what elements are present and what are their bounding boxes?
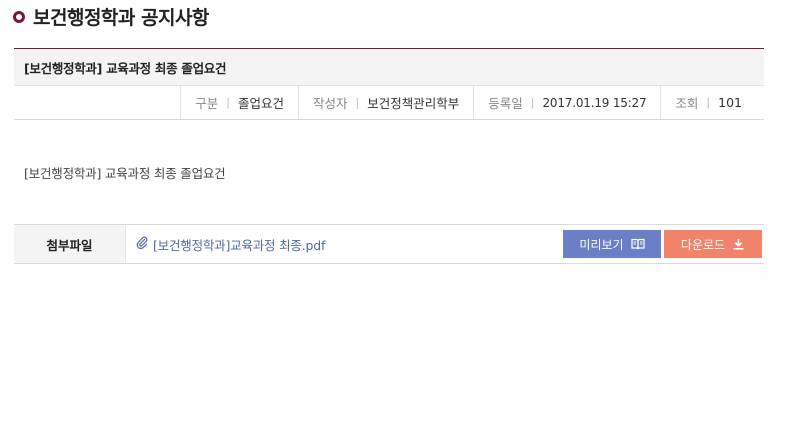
attachment-body: [보건행정학과]교육과정 최종.pdf 미리보기 다운로드 bbox=[126, 225, 764, 263]
meta-views-value: 101 bbox=[718, 95, 742, 110]
meta-category-label: 구분 bbox=[195, 96, 219, 111]
meta-views: 조회 | 101 bbox=[660, 86, 764, 119]
paperclip-icon bbox=[136, 236, 148, 253]
post-meta-row: 구분 | 졸업요건 작성자 | 보건정책관리학부 등록일 | 2017.01.1… bbox=[14, 86, 764, 120]
preview-button-label: 미리보기 bbox=[579, 237, 624, 252]
meta-separator: | bbox=[530, 96, 535, 109]
download-button-label: 다운로드 bbox=[680, 237, 726, 252]
attachment-file-link[interactable]: [보건행정학과]교육과정 최종.pdf bbox=[153, 235, 325, 254]
meta-author-value: 보건정책관리학부 bbox=[367, 96, 460, 111]
download-button[interactable]: 다운로드 bbox=[664, 230, 762, 258]
post-view: [보건행정학과] 교육과정 최종 졸업요건 구분 | 졸업요건 작성자 | 보건… bbox=[14, 48, 764, 264]
post-body-text: [보건행정학과] 교육과정 최종 졸업요건 bbox=[24, 166, 226, 181]
page-title: 보건행정학과 공지사항 bbox=[33, 6, 209, 29]
meta-date: 등록일 | 2017.01.19 15:27 bbox=[473, 86, 660, 119]
meta-category: 구분 | 졸업요건 bbox=[180, 86, 298, 119]
meta-separator: | bbox=[226, 96, 230, 109]
meta-separator: | bbox=[355, 96, 360, 109]
post-subject: [보건행정학과] 교육과정 최종 졸업요건 bbox=[24, 60, 227, 76]
preview-button[interactable]: 미리보기 bbox=[563, 230, 661, 258]
meta-separator: | bbox=[706, 96, 711, 109]
attachment-row: 첨부파일 [보건행정학과]교육과정 최종.pdf 미리보기 다운로드 bbox=[14, 224, 764, 264]
meta-date-label: 등록일 bbox=[488, 96, 523, 111]
post-subject-row: [보건행정학과] 교육과정 최종 졸업요건 bbox=[14, 48, 764, 86]
meta-author-label: 작성자 bbox=[313, 96, 348, 111]
meta-author: 작성자 | 보건정책관리학부 bbox=[298, 86, 473, 119]
post-body: [보건행정학과] 교육과정 최종 졸업요건 bbox=[14, 120, 764, 224]
attachment-actions: 미리보기 다운로드 bbox=[563, 230, 762, 258]
download-icon bbox=[732, 238, 745, 250]
book-icon bbox=[630, 238, 645, 250]
title-bullet-icon bbox=[13, 11, 25, 23]
meta-views-label: 조회 bbox=[675, 96, 699, 111]
meta-category-value: 졸업요건 bbox=[238, 96, 285, 111]
meta-date-value: 2017.01.19 15:27 bbox=[542, 95, 647, 110]
attachment-header: 첨부파일 bbox=[14, 225, 126, 263]
page-header: 보건행정학과 공지사항 bbox=[13, 4, 209, 29]
